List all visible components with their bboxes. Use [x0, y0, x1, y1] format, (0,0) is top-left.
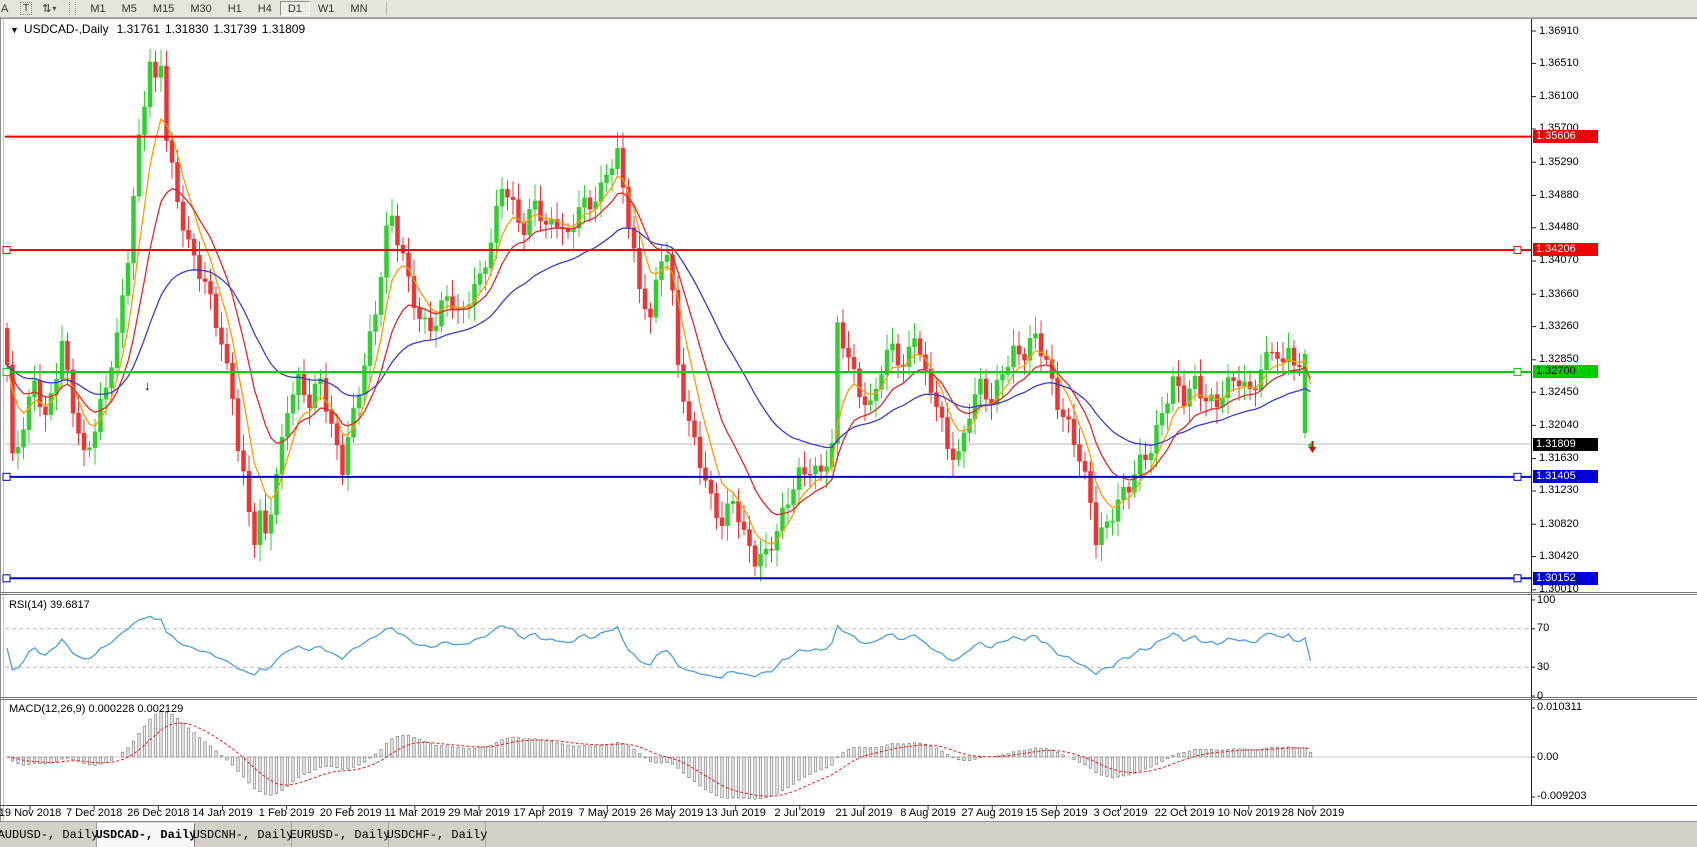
symbol-dropdown-caret-icon[interactable]: ▼ — [10, 25, 19, 35]
hline-1.30152[interactable] — [3, 575, 1531, 582]
price-tick-label: 1.30420 — [1539, 550, 1579, 563]
date-label: 27 Aug 2019 — [961, 807, 1023, 819]
price-tick-label: 1.36100 — [1539, 90, 1579, 103]
quote-high: 1.31830 — [165, 22, 208, 36]
line-handle — [3, 575, 10, 582]
date-label: 26 May 2019 — [640, 807, 704, 819]
macd-scale-label: 0.010311 — [1537, 701, 1582, 714]
date-label: 1 Feb 2019 — [259, 807, 315, 819]
ma-line-6 — [7, 119, 1311, 544]
price-tick-label: 1.34480 — [1539, 221, 1579, 234]
symbol-period-label: USDCAD-,Daily — [24, 22, 109, 36]
rsi-line — [7, 616, 1311, 677]
line-handle — [3, 473, 10, 480]
price-tick-label: 1.31630 — [1539, 452, 1579, 465]
date-label: 2 Jul 2019 — [774, 807, 825, 819]
price-tick-label: 1.33260 — [1539, 320, 1579, 333]
macd-signal-line — [7, 723, 1311, 796]
date-label: 7 May 2019 — [579, 807, 636, 819]
date-label: 15 Sep 2019 — [1025, 807, 1087, 819]
price-tick-label: 1.33660 — [1539, 288, 1579, 301]
date-label: 20 Feb 2019 — [320, 807, 382, 819]
price-tick-label: 1.32450 — [1539, 386, 1579, 399]
chart-title: ▼ USDCAD-,Daily 1.31761 1.31830 1.31739 1.318… — [10, 22, 310, 36]
date-label: 11 Mar 2019 — [384, 807, 445, 819]
date-label: 28 Nov 2019 — [1282, 807, 1344, 819]
price-tag-level[interactable]: 1.34206 — [1533, 243, 1598, 256]
rsi-label: RSI(14) 39.6817 — [9, 599, 90, 611]
date-label: 7 Dec 2018 — [66, 807, 122, 819]
date-label: 8 Aug 2019 — [900, 807, 956, 819]
price-tick-label: 1.32040 — [1539, 419, 1579, 432]
candlesticks — [5, 49, 1313, 582]
date-label: 10 Nov 2019 — [1218, 807, 1280, 819]
price-tick-label: 1.34880 — [1539, 189, 1579, 202]
current-price-tag: 1.31809 — [1533, 438, 1598, 451]
macd-histogram — [11, 711, 1311, 799]
line-handle — [1514, 473, 1521, 480]
price-tick-label: 1.31230 — [1539, 484, 1579, 497]
line-handle — [1514, 246, 1521, 253]
price-tick-label: 1.36910 — [1539, 25, 1579, 38]
ma-line-34 — [7, 228, 1311, 448]
macd-label: MACD(12,26,9) 0.000228 0.002129 — [9, 703, 183, 715]
price-tick-label: 1.30820 — [1539, 518, 1579, 531]
date-label: 22 Oct 2019 — [1155, 807, 1215, 819]
quote-open: 1.31761 — [117, 22, 160, 36]
date-label: 3 Oct 2019 — [1094, 807, 1148, 819]
price-tag-level[interactable]: 1.30152 — [1533, 572, 1598, 585]
date-label: 21 Jul 2019 — [835, 807, 892, 819]
line-handle — [1514, 575, 1521, 582]
date-label: 14 Jan 2019 — [192, 807, 253, 819]
price-tag-level[interactable]: 1.32700 — [1533, 365, 1598, 378]
line-handle — [1514, 368, 1521, 375]
mouse-cursor-arrow: ↓ — [144, 378, 151, 393]
date-label: 26 Dec 2018 — [127, 807, 189, 819]
rsi-scale-label: 30 — [1537, 661, 1549, 674]
line-handle — [3, 246, 10, 253]
quote-low: 1.31739 — [213, 22, 256, 36]
macd-scale-label: -0.009203 — [1537, 790, 1587, 803]
macd-scale-label: 0.00 — [1537, 751, 1558, 764]
price-tag-level[interactable]: 1.31405 — [1533, 470, 1598, 483]
hline-1.31405[interactable] — [3, 473, 1531, 480]
date-label: 13 Jun 2019 — [705, 807, 766, 819]
rsi-scale-label: 100 — [1537, 594, 1555, 607]
rsi-scale-label: 70 — [1537, 622, 1549, 635]
price-tag-level[interactable]: 1.35606 — [1533, 130, 1598, 143]
date-label: 17 Apr 2019 — [514, 807, 573, 819]
hline-1.34206[interactable] — [3, 246, 1531, 253]
price-tick-label: 1.36510 — [1539, 57, 1579, 70]
price-tick-label: 1.32850 — [1539, 353, 1579, 366]
chart-canvas[interactable]: ↓ — [0, 0, 1697, 846]
quote-close: 1.31809 — [262, 22, 305, 36]
price-tick-label: 1.35290 — [1539, 156, 1579, 169]
date-label: 29 Mar 2019 — [448, 807, 510, 819]
line-handle — [3, 368, 10, 375]
date-label: 19 Nov 2018 — [0, 807, 61, 819]
